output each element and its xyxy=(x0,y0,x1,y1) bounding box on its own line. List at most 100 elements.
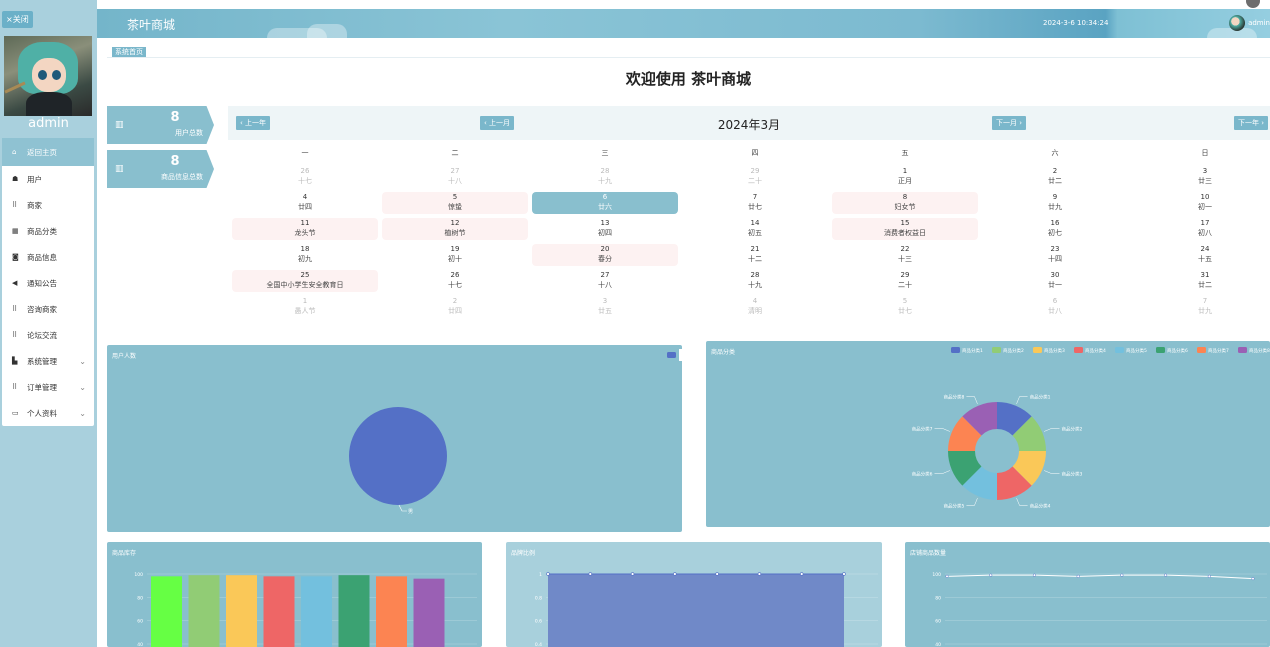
sidebar-item[interactable]: ▙ 系统管理 ⌄ xyxy=(2,348,94,374)
calendar-day[interactable]: 18 初九 xyxy=(232,244,378,266)
sidebar-item[interactable]: ▭ 个人资料 ⌄ xyxy=(2,400,94,426)
data-point xyxy=(989,573,993,577)
label-line xyxy=(1016,498,1028,506)
y-tick-label: 40 xyxy=(137,642,143,647)
calendar-day[interactable]: 29 二十 xyxy=(682,166,828,188)
pie-slice xyxy=(349,407,447,505)
calendar-day[interactable]: 8 妇女节 xyxy=(832,192,978,214)
calendar-day[interactable]: 6 廿六 xyxy=(532,192,678,214)
calendar-day[interactable]: 5 廿七 xyxy=(832,296,978,318)
calendar-day[interactable]: 12 植树节 xyxy=(382,218,528,240)
lunar-label: 初一 xyxy=(1198,203,1212,211)
lunar-label: 十三 xyxy=(898,255,912,263)
bar xyxy=(263,576,295,647)
app-title: 茶叶商城 xyxy=(127,18,176,32)
data-point xyxy=(1032,573,1036,577)
label-line xyxy=(966,396,978,404)
header-user-name: admin xyxy=(1248,19,1270,27)
shop-products-line-chart: 100 80 60 40 xyxy=(932,572,1267,647)
sidebar-item[interactable]: ◀ 通知公告 xyxy=(2,270,94,296)
day-number: 30 xyxy=(1050,271,1060,279)
calendar-day[interactable]: 23 十四 xyxy=(982,244,1128,266)
sidebar-item[interactable]: ⌂ 返回主页 xyxy=(2,138,94,166)
sidebar-item[interactable]: ⠿ 咨询商家 xyxy=(2,296,94,322)
profile-circle-icon[interactable] xyxy=(1246,0,1260,8)
day-number: 3 xyxy=(1202,167,1208,175)
calendar-day[interactable]: 4 廿四 xyxy=(232,192,378,214)
calendar-day[interactable]: 3 廿五 xyxy=(532,296,678,318)
day-number: 13 xyxy=(600,219,610,227)
calendar-day[interactable]: 5 惊蛰 xyxy=(382,192,528,214)
calendar-day[interactable]: 15 消费者权益日 xyxy=(832,218,978,240)
calendar-day[interactable]: 17 初八 xyxy=(1132,218,1270,240)
lunar-label: 清明 xyxy=(748,307,762,315)
next-month-button[interactable]: 下一月 › xyxy=(992,116,1027,130)
day-number: 31 xyxy=(1200,271,1210,279)
calendar-day[interactable]: 7 廿七 xyxy=(682,192,828,214)
calendar-day[interactable]: 10 初一 xyxy=(1132,192,1270,214)
sidebar-item-label: 用户 xyxy=(27,174,42,184)
next-year-button[interactable]: 下一年 › xyxy=(1234,116,1269,130)
day-number: 25 xyxy=(300,271,310,279)
slice-label: 商品分类4 xyxy=(1030,503,1051,510)
calendar-day[interactable]: 4 清明 xyxy=(682,296,828,318)
calendar-day[interactable]: 3 廿三 xyxy=(1132,166,1270,188)
page-title: 欢迎使用 茶叶商城 xyxy=(625,70,752,88)
calendar-day[interactable]: 1 愚人节 xyxy=(232,296,378,318)
slice-label: 商品分类1 xyxy=(1030,393,1051,400)
calendar-day[interactable]: 6 廿八 xyxy=(982,296,1128,318)
calendar-day[interactable]: 16 初七 xyxy=(982,218,1128,240)
calendar-day[interactable]: 24 十五 xyxy=(1132,244,1270,266)
calendar-day[interactable]: 29 二十 xyxy=(832,270,978,292)
calendar-day[interactable]: 11 龙头节 xyxy=(232,218,378,240)
legend-label: 商品分类4 xyxy=(1085,347,1106,354)
lunar-label: 十九 xyxy=(598,177,612,185)
calendar-day[interactable]: 2 廿二 xyxy=(982,166,1128,188)
calendar-day[interactable]: 26 十七 xyxy=(382,270,528,292)
data-point xyxy=(757,572,762,576)
sidebar-item[interactable]: ⠿ 商家 xyxy=(2,192,94,218)
slice-label: 商品分类2 xyxy=(1062,425,1083,432)
calendar-day[interactable]: 27 十八 xyxy=(532,270,678,292)
y-tick-label: 80 xyxy=(935,595,941,601)
calendar-day[interactable]: 14 初五 xyxy=(682,218,828,240)
calendar-day[interactable]: 25 全国中小学生安全教育日 xyxy=(232,270,378,292)
y-tick-label: 80 xyxy=(137,595,143,601)
y-tick-label: 0.8 xyxy=(535,595,542,601)
calendar-day[interactable]: 26 十七 xyxy=(232,166,378,188)
lunar-label: 龙头节 xyxy=(294,229,316,237)
label-line xyxy=(1016,396,1028,404)
y-tick-label: 100 xyxy=(932,572,941,578)
day-number: 15 xyxy=(900,219,910,227)
breadcrumb[interactable]: 系统首页 xyxy=(112,47,146,57)
calendar-day[interactable]: 28 十九 xyxy=(682,270,828,292)
sidebar-item[interactable]: ▦ 商品分类 xyxy=(2,218,94,244)
day-number: 6 xyxy=(1052,297,1058,305)
calendar-day[interactable]: 7 廿九 xyxy=(1132,296,1270,318)
calendar-day[interactable]: 30 廿一 xyxy=(982,270,1128,292)
calendar-day[interactable]: 21 十二 xyxy=(682,244,828,266)
calendar-day[interactable]: 13 初四 xyxy=(532,218,678,240)
calendar-day[interactable]: 28 十九 xyxy=(532,166,678,188)
legend-label: 商品分类5 xyxy=(1126,347,1147,354)
calendar-day[interactable]: 20 春分 xyxy=(532,244,678,266)
sidebar-item[interactable]: ☗ 用户 xyxy=(2,166,94,192)
sidebar-item[interactable]: ⠿ 论坛交流 xyxy=(2,322,94,348)
calendar-day[interactable]: 9 廿九 xyxy=(982,192,1128,214)
calendar-day[interactable]: 2 廿四 xyxy=(382,296,528,318)
day-number: 8 xyxy=(902,193,908,201)
sidebar-item[interactable]: ◙ 商品信息 xyxy=(2,244,94,270)
calendar-day[interactable]: 19 初十 xyxy=(382,244,528,266)
day-number: 2 xyxy=(1052,167,1058,175)
calendar-day[interactable]: 31 廿二 xyxy=(1132,270,1270,292)
close-sidebar-button[interactable]: ×关闭 xyxy=(2,11,33,28)
calendar-day[interactable]: 27 十八 xyxy=(382,166,528,188)
calendar-day[interactable]: 22 十三 xyxy=(832,244,978,266)
lunar-label: 廿六 xyxy=(598,203,612,211)
calendar-day[interactable]: 1 正月 xyxy=(832,166,978,188)
day-number: 19 xyxy=(450,245,460,253)
header-user-menu[interactable]: admin xyxy=(1229,15,1270,31)
sidebar-item[interactable]: ⠿ 订单管理 ⌄ xyxy=(2,374,94,400)
legend-swatch xyxy=(951,347,960,353)
legend-label: 商品分类6 xyxy=(1167,347,1188,354)
